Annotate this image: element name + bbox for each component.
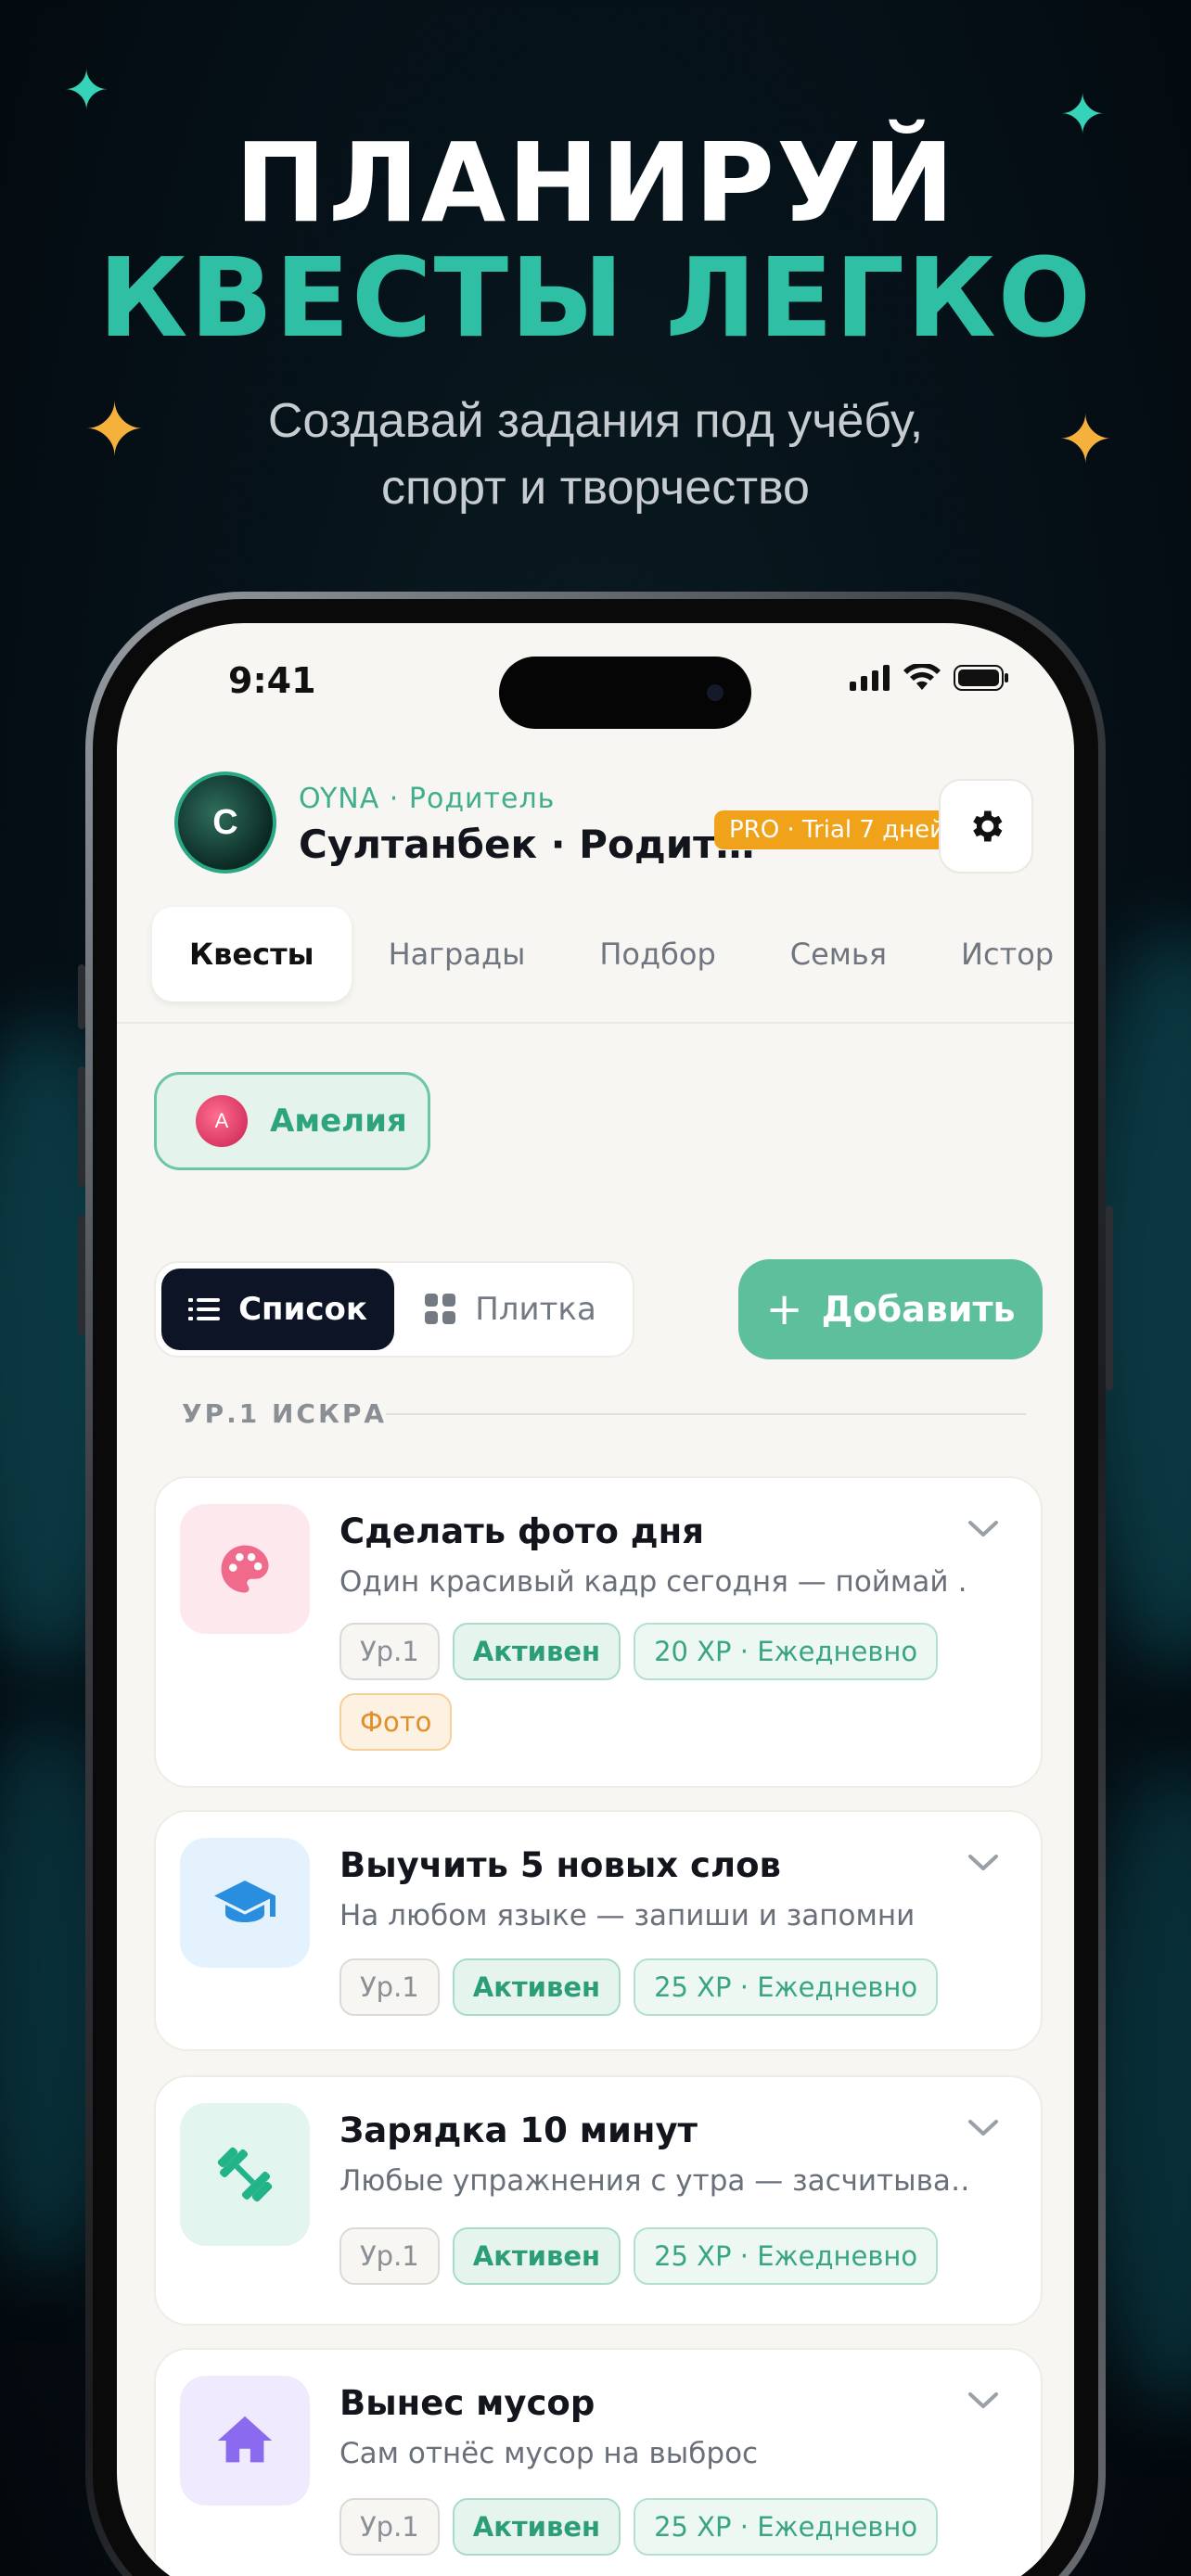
add-quest-label: Добавить [821,1289,1016,1330]
level-section-line [386,1413,1026,1415]
quest-level-chip: Ур.1 [339,1958,440,2016]
quest-icon-tile [180,1504,310,1634]
list-view-button[interactable]: Список [161,1269,394,1350]
status-icons [850,664,1009,692]
grid-view-label: Плитка [475,1291,596,1328]
child-selector[interactable]: А Амелия [154,1072,430,1170]
list-view-label: Список [238,1291,367,1328]
phone-frame: 9:41 С OYNA · Родитель Султанбек · Родит… [85,592,1106,2576]
phone-side-button [78,1215,85,1335]
quest-description: Сам отнёс мусор на выброс [339,2437,759,2470]
quest-status-chip: Активен [452,2498,621,2556]
quest-card[interactable]: Зарядка 10 минут Любые упражнения с утра… [154,2075,1043,2326]
wifi-icon [903,664,941,690]
dumbbell-icon [217,2147,273,2202]
pro-trial-badge[interactable]: PRO · Trial 7 дней [714,810,961,849]
phone-side-button [78,964,85,1029]
quest-title: Сделать фото дня [339,1511,704,1551]
quest-description: На любом языке — запиши и запомни [339,1899,916,1932]
quest-icon-tile [180,2376,310,2506]
quest-level-chip: Ур.1 [339,2227,440,2285]
quest-level-chip: Ур.1 [339,1623,440,1680]
quest-status-chip: Активен [452,1623,621,1680]
quest-icon-tile [180,1838,310,1968]
chevron-down-icon[interactable] [967,1853,1000,1873]
grid-icon [425,1294,456,1324]
profile-role: OYNA · Родитель [299,783,556,815]
sparkle-icon: ✦ [63,58,110,123]
level-section-heading: УР.1 ИСКРА [182,1398,388,1429]
profile-avatar[interactable]: С [174,772,276,874]
quest-tag-chip: Фото [339,1693,453,1751]
quest-description: Любые упражнения с утра — засчитыва… [339,2164,970,2198]
battery-icon [954,665,1008,691]
palette-icon [221,1545,269,1593]
quest-chips: Ур.1 Активен 20 XP · Ежедневно Фото [339,1623,970,1751]
quest-level-chip: Ур.1 [339,2498,440,2556]
phone-side-button [78,1066,85,1187]
gear-icon [973,810,1003,842]
view-toggle: Список Плитка [154,1261,634,1358]
settings-button[interactable] [939,779,1033,874]
grid-view-button[interactable]: Плитка [394,1269,627,1350]
tabs-bar: Квесты Награды Подбор Семья Истор [152,907,1074,1001]
quest-title: Вынес мусор [339,2383,596,2423]
signal-icon [850,665,890,691]
tab-history[interactable]: Истор [924,907,1074,1001]
tabs-divider [117,1022,1074,1024]
hero-subtitle-line2: спорт и творчество [381,461,810,515]
quest-status-chip: Активен [452,2227,621,2285]
quest-title: Выучить 5 новых слов [339,1845,781,1885]
house-icon [217,2416,273,2463]
add-quest-button[interactable]: + Добавить [738,1259,1043,1359]
graduation-cap-icon [214,1881,275,1922]
quest-xp-chip: 20 XP · Ежедневно [634,1623,939,1680]
dynamic-island [499,657,751,729]
quest-card[interactable]: Вынес мусор Сам отнёс мусор на выброс Ур… [154,2348,1043,2576]
plus-icon: + [765,1283,803,1335]
quest-icon-tile [180,2103,310,2246]
quest-card[interactable]: Выучить 5 новых слов На любом языке — за… [154,1810,1043,2051]
phone-side-button [1106,1205,1113,1391]
tab-quests[interactable]: Квесты [152,907,352,1001]
hero-subtitle-line1: Создавай задания под учёбу, [267,394,924,448]
child-avatar: А [196,1095,248,1147]
tab-rewards[interactable]: Награды [352,907,563,1001]
chevron-down-icon[interactable] [967,2391,1000,2411]
tab-selection[interactable]: Подбор [562,907,752,1001]
quest-title: Зарядка 10 минут [339,2111,698,2150]
quest-xp-chip: 25 XP · Ежедневно [634,2227,939,2285]
chevron-down-icon[interactable] [967,2118,1000,2138]
child-name: Амелия [270,1103,407,1140]
quest-chips: Ур.1 Активен 25 XP · Ежедневно [339,1958,970,2016]
list-icon [188,1298,221,1320]
profile-name: Султанбек · Родит… [299,822,755,867]
quest-status-chip: Активен [452,1958,621,2016]
quest-chips: Ур.1 Активен 25 XP · Ежедневно [339,2227,970,2285]
app-screen: 9:41 С OYNA · Родитель Султанбек · Родит… [117,623,1074,2576]
tab-family[interactable]: Семья [753,907,924,1001]
hero-subtitle: Создавай задания под учёбу, спорт и твор… [0,388,1191,521]
quest-xp-chip: 25 XP · Ежедневно [634,1958,939,2016]
hero-title-line1: ПЛАНИРУЙ [235,119,956,247]
quest-chips: Ур.1 Активен 25 XP · Ежедневно [339,2498,970,2556]
status-time: 9:41 [228,660,316,701]
quest-xp-chip: 25 XP · Ежедневно [634,2498,939,2556]
chevron-down-icon[interactable] [967,1519,1000,1539]
hero-title-line2: КВЕСТЫ ЛЕГКО [98,234,1093,362]
quest-card[interactable]: Сделать фото дня Один красивый кадр сего… [154,1476,1043,1788]
quest-description: Один красивый кадр сегодня — поймай … [339,1565,970,1599]
